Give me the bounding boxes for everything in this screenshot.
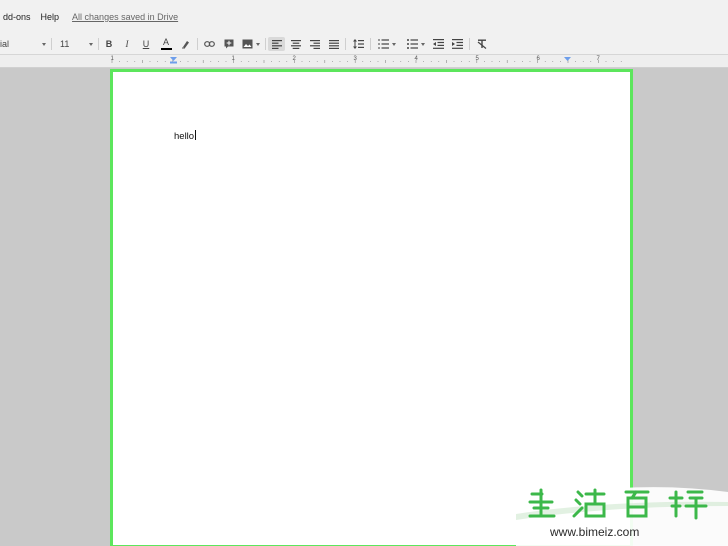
increase-indent-button[interactable] <box>450 37 465 51</box>
ruler-number: 2 <box>292 56 296 62</box>
toolbar-divider <box>370 38 371 50</box>
ruler: 1 1 2 3 4 5 6 7 <box>0 55 728 68</box>
justify-button[interactable] <box>326 37 341 51</box>
decrease-indent-button[interactable] <box>431 37 446 51</box>
clear-formatting-button[interactable] <box>474 37 489 51</box>
line-spacing-icon <box>352 39 364 49</box>
toolbar-divider <box>469 38 470 50</box>
ruler-number: 4 <box>414 56 418 62</box>
chevron-down-icon <box>256 42 260 46</box>
insert-comment-icon[interactable] <box>222 37 236 51</box>
numbered-list-button[interactable] <box>374 37 400 51</box>
save-status-link[interactable]: All changes saved in Drive <box>72 12 178 22</box>
align-right-icon <box>309 39 320 49</box>
ruler-number: 1 <box>231 56 235 62</box>
toolbar-divider <box>197 38 198 50</box>
document-text: hello <box>174 131 195 142</box>
link-icon[interactable] <box>202 37 217 51</box>
align-left-button[interactable] <box>268 37 285 51</box>
menu-addons[interactable]: dd-ons <box>0 12 36 22</box>
ruler-number: 5 <box>475 56 479 62</box>
toolbar-divider <box>265 38 266 50</box>
document-body[interactable]: hello <box>174 130 197 142</box>
line-spacing-button[interactable] <box>350 37 366 51</box>
menu-bar: dd-ons Help All changes saved in Drive <box>0 0 728 34</box>
chevron-down-icon <box>392 42 396 46</box>
image-icon <box>242 39 253 49</box>
text-color-letter: A <box>162 37 169 47</box>
bold-button[interactable]: B <box>102 37 116 51</box>
insert-image-button[interactable] <box>240 37 262 51</box>
font-family-value: ial <box>0 39 10 49</box>
document-page[interactable]: hello <box>110 69 633 546</box>
toolbar-divider <box>51 38 52 50</box>
align-center-icon <box>290 39 301 49</box>
font-size-dropdown[interactable]: 11 <box>60 37 93 51</box>
text-cursor <box>195 130 197 140</box>
text-color-swatch <box>160 48 172 50</box>
italic-button[interactable]: I <box>120 37 134 51</box>
chevron-down-icon <box>89 42 93 46</box>
font-family-dropdown[interactable]: ial <box>0 37 46 51</box>
formatting-toolbar: ial 11 B I U A <box>0 34 728 55</box>
watermark-url: www.bimeiz.com <box>549 525 639 539</box>
justify-icon <box>328 39 339 49</box>
bulleted-list-icon <box>407 39 418 49</box>
ruler-number: 6 <box>536 56 540 62</box>
ruler-number: 7 <box>596 56 600 62</box>
toolbar-divider <box>98 38 99 50</box>
ruler-number: 3 <box>353 56 357 62</box>
numbered-list-icon <box>378 39 389 49</box>
chevron-down-icon <box>42 42 46 46</box>
ruler-number: 1 <box>110 56 114 62</box>
chevron-down-icon <box>421 42 425 46</box>
underline-button[interactable]: U <box>139 37 153 51</box>
text-color-button[interactable]: A <box>158 37 174 51</box>
decrease-indent-icon <box>433 39 444 49</box>
font-size-value: 11 <box>60 39 70 49</box>
bulleted-list-button[interactable] <box>403 37 429 51</box>
clear-formatting-icon <box>477 39 486 49</box>
watermark: www.bimeiz.com <box>516 484 728 546</box>
align-right-button[interactable] <box>307 37 322 51</box>
watermark-logo: www.bimeiz.com <box>516 487 728 546</box>
align-left-icon <box>271 39 282 49</box>
docs-window: dd-ons Help All changes saved in Drive i… <box>0 0 728 546</box>
menu-help[interactable]: Help <box>36 12 65 22</box>
align-center-button[interactable] <box>288 37 303 51</box>
toolbar-divider <box>345 38 346 50</box>
highlight-icon[interactable] <box>179 37 193 51</box>
increase-indent-icon <box>452 39 463 49</box>
